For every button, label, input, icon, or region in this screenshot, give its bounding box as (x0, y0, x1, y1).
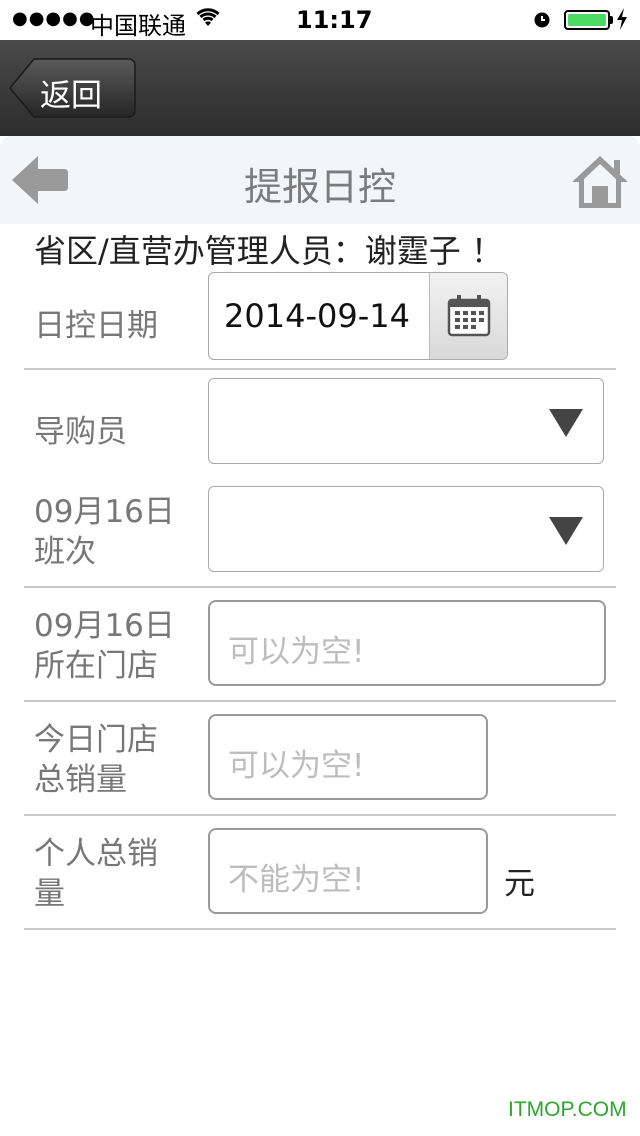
carrier-name: 中国联通 (90, 12, 186, 40)
store-total-label-line1: 今日门店 (34, 722, 158, 758)
divider (24, 368, 616, 370)
shift-select[interactable] (208, 486, 604, 572)
store-total-label: 今日门店 总销量 (34, 720, 158, 800)
personal-total-input[interactable]: 不能为空! (208, 828, 488, 914)
date-value: 2014-09-14 (224, 297, 410, 335)
date-picker-button[interactable] (429, 273, 507, 359)
personal-total-label-line1: 个人总销 (34, 836, 158, 872)
wifi-icon (196, 8, 220, 26)
home-icon[interactable] (570, 154, 630, 210)
back-button-label: 返回 (40, 78, 102, 114)
back-button[interactable]: 返回 (8, 58, 136, 118)
store-input[interactable]: 可以为空! (208, 600, 606, 686)
store-input-placeholder: 可以为空! (228, 634, 365, 670)
divider (24, 700, 616, 702)
personal-total-label: 个人总销 量 (34, 834, 158, 914)
store-label-line2: 所在门店 (34, 648, 158, 684)
signal-strength-icon: ●●●●● (12, 8, 96, 29)
watermark: ITMOP.COM (508, 1098, 627, 1121)
store-total-label-line2: 总销量 (34, 762, 127, 798)
currency-unit: 元 (504, 866, 535, 902)
divider (24, 814, 616, 816)
store-total-input[interactable]: 可以为空! (208, 714, 488, 800)
divider (24, 928, 616, 930)
status-bar: ●●●●● 中国联通 11:17 (0, 0, 640, 40)
battery-icon (564, 10, 610, 30)
clock: 11:17 (296, 6, 373, 34)
alarm-clock-icon (534, 12, 550, 28)
guide-label: 导购员 (34, 414, 127, 450)
user-greeting: 省区/直营办管理人员：谢霆子 ！ (34, 232, 503, 270)
date-label: 日控日期 (34, 308, 158, 344)
calendar-icon (447, 295, 491, 337)
guide-select[interactable] (208, 378, 604, 464)
battery-cap (610, 16, 613, 24)
store-total-input-placeholder: 可以为空! (228, 748, 365, 784)
charging-icon (617, 8, 627, 30)
page-header: 提报日控 (0, 136, 640, 224)
divider (24, 586, 616, 588)
store-label: 09月16日 所在门店 (34, 606, 175, 686)
dropdown-arrow-icon (549, 409, 583, 437)
store-label-line1: 09月16日 (34, 608, 175, 644)
date-field[interactable]: 2014-09-14 (208, 272, 508, 360)
shift-label-line1: 09月16日 (34, 494, 175, 530)
dropdown-arrow-icon (549, 517, 583, 545)
shift-label: 09月16日 班次 (34, 492, 175, 572)
shift-label-line2: 班次 (34, 534, 96, 570)
personal-total-label-line2: 量 (34, 876, 65, 912)
navigation-bar: 返回 (0, 40, 640, 136)
page-title: 提报日控 (243, 165, 396, 209)
personal-total-input-placeholder: 不能为空! (228, 862, 365, 898)
